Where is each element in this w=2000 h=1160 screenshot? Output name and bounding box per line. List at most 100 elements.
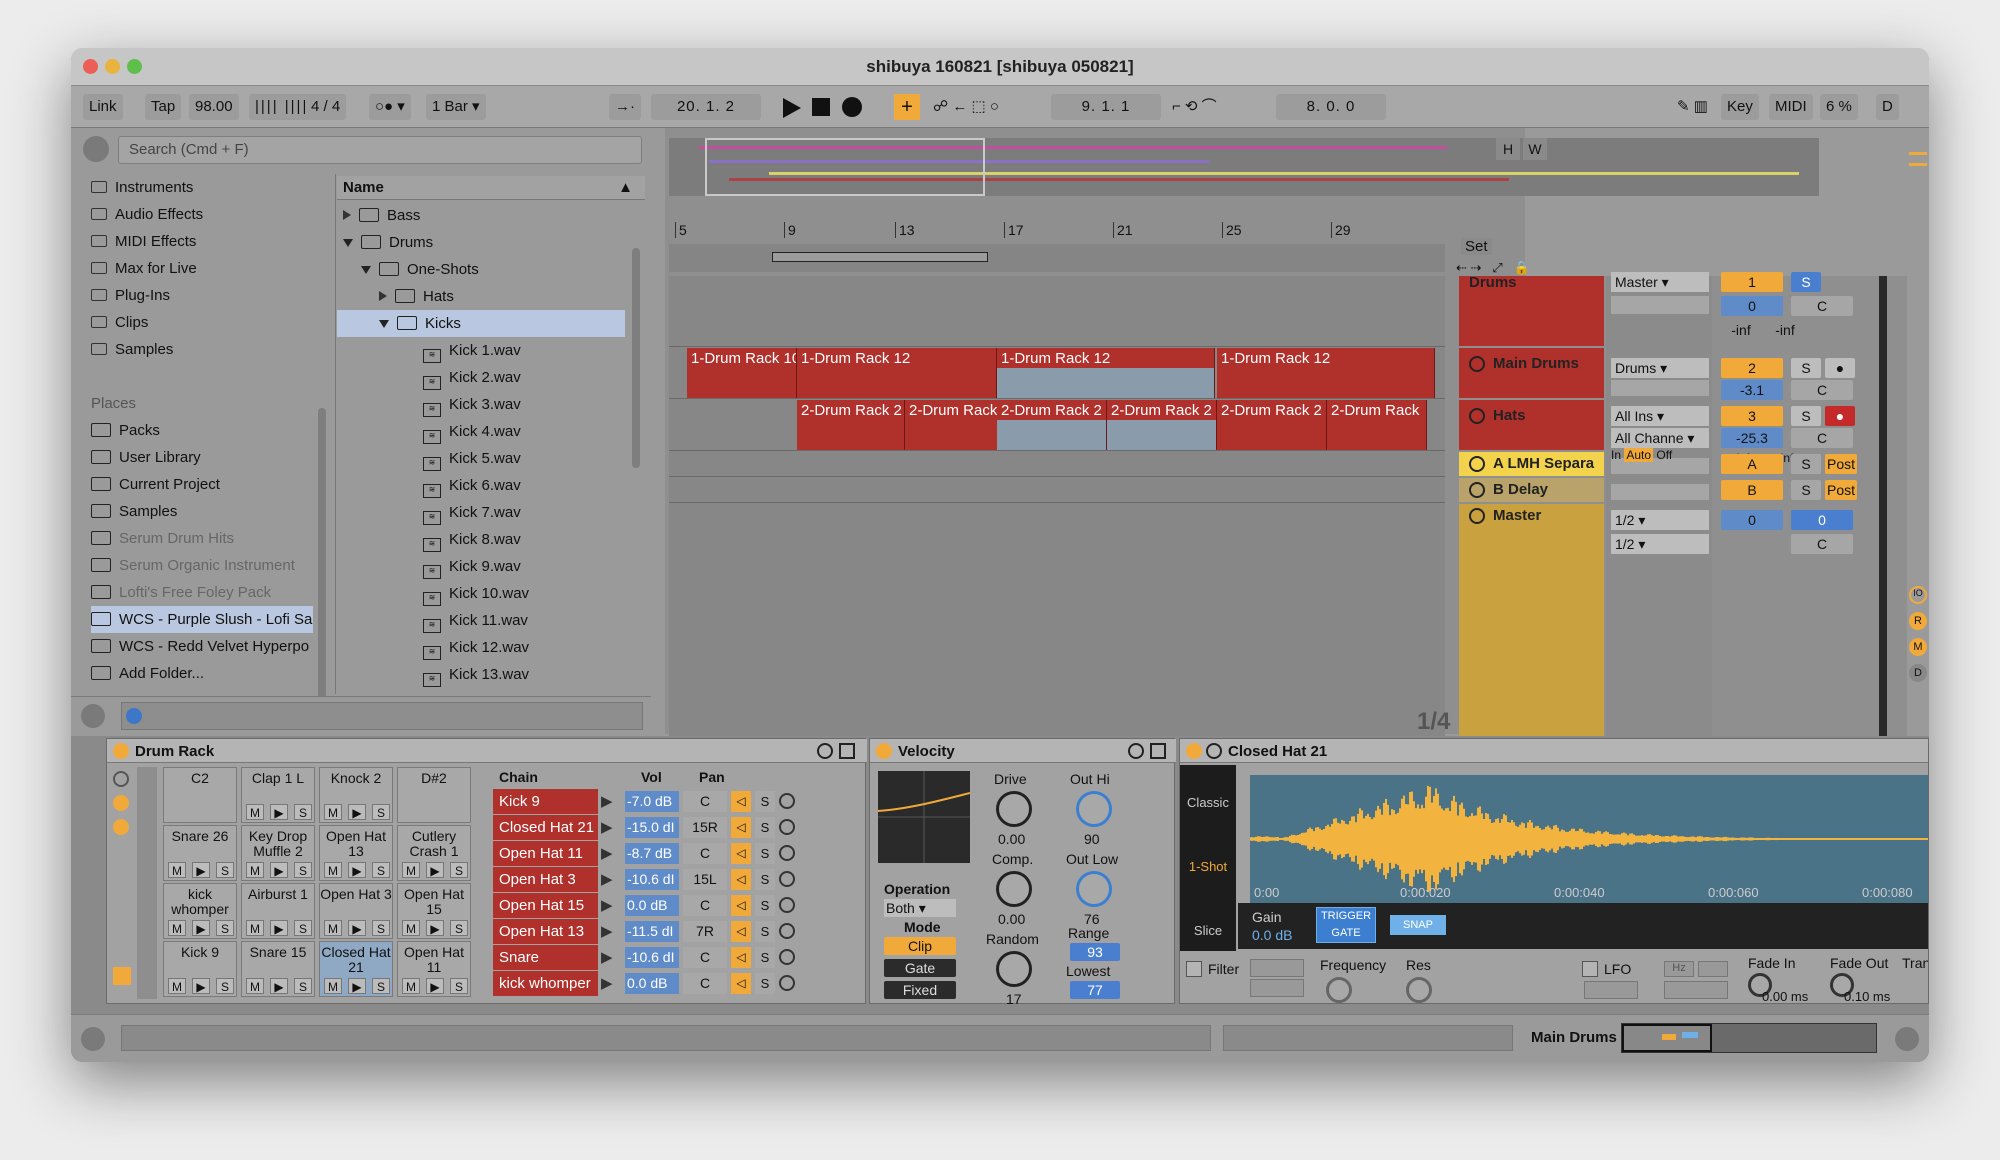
tempo-field[interactable]: 98.00 (189, 94, 239, 120)
drum-pad[interactable]: D#2 (397, 767, 471, 823)
chain-play-icon[interactable]: ▶ (601, 919, 617, 944)
return-a-activator[interactable]: A (1721, 454, 1783, 474)
hot-swap-icon[interactable] (1128, 743, 1144, 759)
mixer-toggle-icon[interactable]: M (1909, 638, 1927, 656)
link-button[interactable]: Link (83, 94, 123, 120)
hot-swap-icon[interactable] (779, 845, 795, 861)
place-item[interactable]: Add Folder... (91, 660, 204, 687)
pad-mute-button[interactable]: M (246, 920, 264, 936)
chain-row[interactable]: Snare ▶ -10.6 dI C ◁ S (493, 945, 833, 970)
pad-mute-button[interactable]: M (324, 862, 342, 878)
input-hats[interactable]: All Ins ▾ (1611, 406, 1709, 426)
lfo-rate-field[interactable] (1664, 981, 1728, 999)
drum-pad[interactable]: Knock 2 M ▶ S (319, 767, 393, 823)
automation-icon[interactable]: ☍ ← ⬚ ○ (927, 94, 1005, 120)
pad-solo-button[interactable]: S (294, 862, 312, 878)
drum-pad[interactable]: Open Hat 11 M ▶ S (397, 941, 471, 997)
place-item[interactable]: User Library (91, 444, 201, 471)
drum-pad[interactable]: Airburst 1 M ▶ S (241, 883, 315, 939)
pad-play-icon[interactable]: ▶ (348, 920, 366, 936)
chain-volume[interactable]: 0.0 dB (625, 895, 679, 916)
pad-mute-button[interactable]: M (324, 920, 342, 936)
midi-map-button[interactable]: MIDI (1769, 94, 1813, 120)
arrangement-position[interactable]: 20. 1. 2 (651, 94, 761, 120)
drum-pad[interactable]: Key Drop Muffle 2 M ▶ S (241, 825, 315, 881)
file-item[interactable]: ≋ Kick 7.wav (337, 499, 625, 526)
chain-solo-button[interactable]: S (755, 843, 775, 864)
place-item[interactable]: WCS - Redd Velvet Hyperpo (91, 633, 309, 660)
place-item[interactable]: Serum Organic Instrument (91, 552, 295, 579)
comp-knob[interactable] (996, 871, 1032, 907)
pan-master[interactable]: C (1791, 534, 1853, 554)
quantize-select[interactable]: 1 Bar ▾ (426, 94, 486, 120)
volume-hats[interactable]: -25.3 (1721, 428, 1783, 448)
drum-pad[interactable]: Closed Hat 21 M ▶ S (319, 941, 393, 997)
tree-scrollbar[interactable] (632, 248, 640, 468)
chain-pan[interactable]: C (683, 895, 727, 916)
volume-main-drums[interactable]: -3.1 (1721, 380, 1783, 400)
hot-swap-icon[interactable] (779, 819, 795, 835)
devices-toggle-icon[interactable] (113, 819, 129, 835)
fold-icon[interactable] (1469, 456, 1485, 472)
chain-solo-button[interactable]: S (755, 791, 775, 812)
play-icon[interactable] (783, 98, 801, 118)
folder-item[interactable]: Hats (337, 283, 625, 310)
pad-mute-button[interactable]: M (402, 862, 420, 878)
chain-pan[interactable]: 15L (683, 869, 727, 890)
key-map-button[interactable]: Key (1721, 94, 1759, 120)
arrangement-clip[interactable]: 2-Drum Rack 2 (1107, 400, 1217, 450)
loop-bar[interactable] (669, 244, 1445, 272)
pad-play-icon[interactable]: ▶ (426, 978, 444, 994)
volume-drums[interactable]: 0 (1721, 296, 1783, 316)
pad-play-icon[interactable]: ▶ (426, 862, 444, 878)
hot-swap-icon[interactable] (779, 949, 795, 965)
pad-overview[interactable] (137, 767, 157, 999)
snap-button[interactable]: SNAP (1390, 915, 1446, 935)
file-item[interactable]: ≋ Kick 6.wav (337, 472, 625, 499)
pad-mute-button[interactable]: M (246, 804, 264, 820)
pad-solo-button[interactable]: S (216, 978, 234, 994)
pad-solo-button[interactable]: S (450, 978, 468, 994)
drive-knob[interactable] (996, 791, 1032, 827)
arrangement-clip[interactable]: 2-Drum Rack (905, 400, 1003, 450)
speaker-icon[interactable]: ◁ (731, 921, 751, 942)
follow-icon[interactable]: →· (609, 94, 641, 120)
pad-play-icon[interactable]: ▶ (270, 804, 288, 820)
lowest-value[interactable]: 77 (1070, 981, 1120, 999)
stop-icon[interactable] (812, 98, 830, 116)
gain-value[interactable]: 0.0 dB (1252, 927, 1292, 943)
chain-volume[interactable]: -15.0 dI (625, 817, 679, 838)
chain-pan[interactable]: C (683, 791, 727, 812)
file-item[interactable]: ≋ Kick 4.wav (337, 418, 625, 445)
waveform-display[interactable] (1249, 775, 1928, 903)
chain-pan[interactable]: C (683, 973, 727, 994)
pad-mute-button[interactable]: M (168, 920, 186, 936)
chain-solo-button[interactable]: S (755, 869, 775, 890)
speaker-icon[interactable]: ◁ (731, 817, 751, 838)
drum-pad[interactable]: Snare 15 M ▶ S (241, 941, 315, 997)
pad-mute-button[interactable]: M (402, 978, 420, 994)
set-button[interactable]: Set (1461, 238, 1492, 255)
pad-play-icon[interactable]: ▶ (426, 920, 444, 936)
pan-drums[interactable]: C (1791, 296, 1853, 316)
filter-type-select[interactable] (1250, 959, 1304, 977)
overview[interactable] (669, 138, 1819, 196)
volume-master[interactable]: 0 (1721, 510, 1783, 530)
pad-solo-button[interactable]: S (450, 862, 468, 878)
expand-icon[interactable] (343, 210, 351, 220)
delay-toggle-icon[interactable]: D (1909, 664, 1927, 682)
returns-toggle-icon[interactable]: R (1909, 612, 1927, 630)
menu-icon[interactable] (1909, 152, 1927, 166)
chain-pan[interactable]: 15R (683, 817, 727, 838)
chain-row[interactable]: Open Hat 13 ▶ -11.5 dI 7R ◁ S (493, 919, 833, 944)
routing-master-2[interactable]: 1/2 ▾ (1611, 534, 1709, 554)
filter-slope-select[interactable] (1250, 979, 1304, 997)
preview-icon[interactable] (126, 708, 142, 724)
pad-solo-button[interactable]: S (450, 920, 468, 936)
monitor-off[interactable]: Off (1656, 448, 1672, 462)
place-item[interactable]: Serum Drum Hits (91, 525, 234, 552)
post-button-b[interactable]: Post (1825, 480, 1857, 500)
track-activator-1[interactable]: 1 (1721, 272, 1783, 292)
pad-play-icon[interactable]: ▶ (270, 978, 288, 994)
pad-play-icon[interactable]: ▶ (270, 862, 288, 878)
